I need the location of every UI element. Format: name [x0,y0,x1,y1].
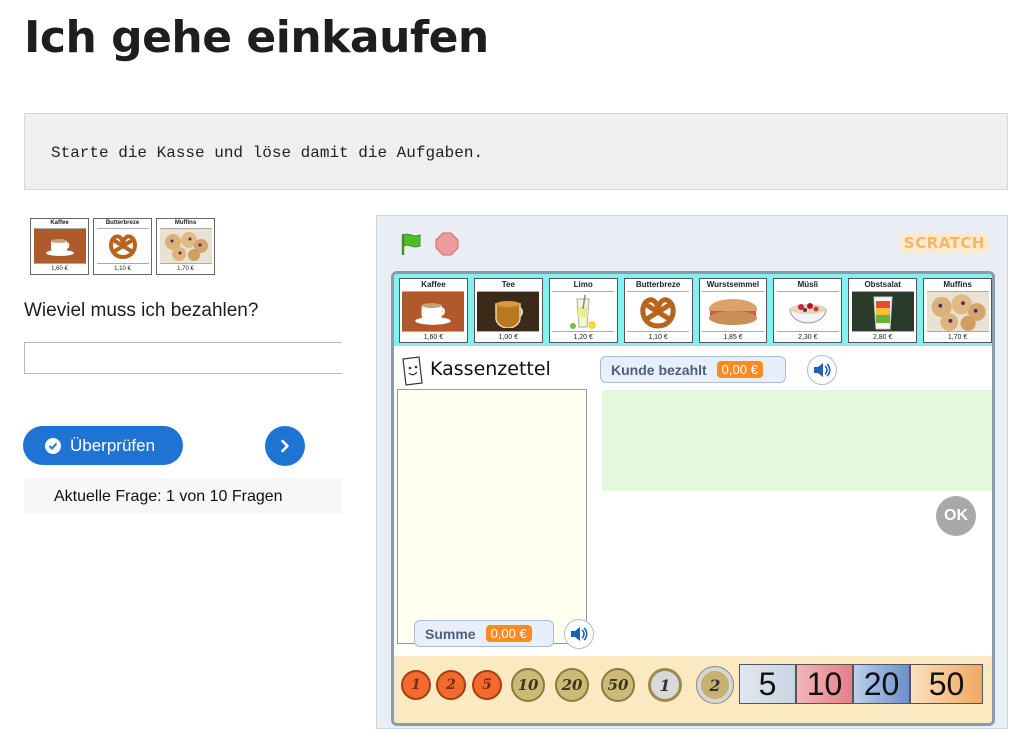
speaker-button-customer-paid[interactable] [807,355,837,385]
muesli-icon [776,291,839,332]
coin-1-cent[interactable]: 1 [401,670,431,700]
stop-button[interactable] [435,232,459,261]
product-name: Limo [573,280,593,289]
product-name: Muffins [943,280,972,289]
page-title: Ich gehe einkaufen [24,12,489,63]
muffins-icon [926,291,989,332]
product-price: 1,10 € [114,266,131,272]
pretzel-icon [96,228,149,264]
fruit-salad-icon [851,291,914,332]
customer-paid-label: Kunde bezahlt [611,361,707,378]
question-product-card: Butterbreze 1,10 € [93,218,152,275]
question-product-card: Muffins 1,70 € [156,218,215,275]
coin-10-cent[interactable]: 10 [511,668,545,702]
product-price: 2,80 € [872,334,893,341]
coin-20-cent[interactable]: 20 [555,668,589,702]
green-flag-button[interactable] [399,232,423,261]
progress-text: Aktuelle Frage: 1 von 10 Fragen [24,478,342,514]
speaker-icon [571,627,588,641]
product-price: 1,20 € [573,334,593,341]
check-icon [45,437,61,454]
product-name: Kaffee [421,280,446,289]
product-name: Butterbreze [105,220,140,226]
product-card-wurstsemmel[interactable]: Wurstsemmel 1,85 € [698,278,768,343]
coffee-cup-icon [33,228,86,264]
receipt-title: Kassenzettel [430,358,551,380]
product-card-muffins[interactable]: Muffins 1,70 € [923,278,992,343]
payment-area[interactable] [602,390,992,491]
product-card-butterbreze[interactable]: Butterbreze 1,10 € [623,278,693,343]
banknote-20-euro[interactable]: 20 [853,664,910,704]
question-product-card: Kaffee 1,60 € [30,218,89,275]
question-products: Kaffee 1,60 € Butterbreze 1,10 € Muffins… [30,218,215,275]
green-flag-icon [401,233,421,255]
total-value: 0,00 € [485,625,532,642]
product-bar: Kaffee 1,60 € Tee 1,00 € Limo 1,20 € But… [394,274,992,346]
pretzel-icon [627,291,690,332]
ok-button[interactable]: OK [936,496,976,536]
product-price: 1,10 € [648,334,668,341]
scratch-stage[interactable]: Kaffee 1,60 € Tee 1,00 € Limo 1,20 € But… [391,271,995,726]
check-button[interactable]: Überprüfen [23,426,183,465]
product-card-muesli[interactable]: Müsli 2,30 € [773,278,843,343]
lemonade-icon [552,291,615,332]
product-price: 1,70 € [177,266,194,272]
coin-50-cent[interactable]: 50 [601,668,635,702]
coin-2-euro[interactable]: 2 [696,666,734,704]
tea-icon [477,291,540,332]
question-text: Wieviel muss ich bezahlen? [24,300,259,321]
product-price: 1,70 € [947,334,968,341]
coin-2-cent[interactable]: 2 [436,670,466,700]
coin-5-cent[interactable]: 5 [472,670,502,700]
coin-1-euro[interactable]: 1 [648,668,682,702]
banknote-50-euro[interactable]: 50 [910,664,983,704]
sausage-roll-icon [701,291,764,332]
next-question-button[interactable] [265,426,305,466]
money-bar: 1 2 5 10 20 50 1 2 5 10 20 50 [394,656,992,723]
chevron-right-icon [281,439,289,453]
product-name: Kaffee [50,220,69,226]
speaker-icon [814,363,831,377]
product-name: Muffins [174,220,197,226]
scratch-player: SCRATCH Kaffee 1,60 € Tee 1,00 € Limo 1,… [376,215,1008,729]
product-name: Butterbreze [635,280,681,289]
speaker-button-total[interactable] [564,619,594,649]
product-price: 1,60 € [51,266,68,272]
product-name: Tee [501,280,515,289]
product-card-tee[interactable]: Tee 1,00 € [473,278,543,343]
total-label: Summe [425,625,476,642]
product-price: 2,30 € [798,334,818,341]
product-name: Obstsalat [864,280,901,289]
stop-icon [435,232,459,256]
product-name: Wurstsemmel [706,280,760,289]
product-price: 1,60 € [423,334,444,341]
answer-input[interactable] [24,342,342,374]
muffins-icon [159,228,212,264]
instruction-text: Starte die Kasse und löse damit die Aufg… [51,144,484,162]
product-name: Müsli [797,280,819,289]
scratch-logo: SCRATCH [899,233,989,253]
product-card-obstsalat[interactable]: Obstsalat 2,80 € [848,278,918,343]
banknote-10-euro[interactable]: 10 [796,664,853,704]
customer-paid-display: Kunde bezahlt 0,00 € [600,356,786,383]
banknote-5-euro[interactable]: 5 [739,664,796,704]
product-card-kaffee[interactable]: Kaffee 1,60 € [399,278,468,343]
receipt-icon [398,355,426,392]
instruction-box: Starte die Kasse und löse damit die Aufg… [24,113,1008,190]
coffee-cup-icon [402,291,465,332]
product-card-limo[interactable]: Limo 1,20 € [548,278,618,343]
receipt-area [397,389,587,644]
product-price: 1,00 € [498,334,519,341]
customer-paid-value: 0,00 € [716,361,763,378]
check-button-label: Überprüfen [70,435,156,455]
product-price: 1,85 € [723,334,743,341]
total-display: Summe 0,00 € [414,620,554,647]
